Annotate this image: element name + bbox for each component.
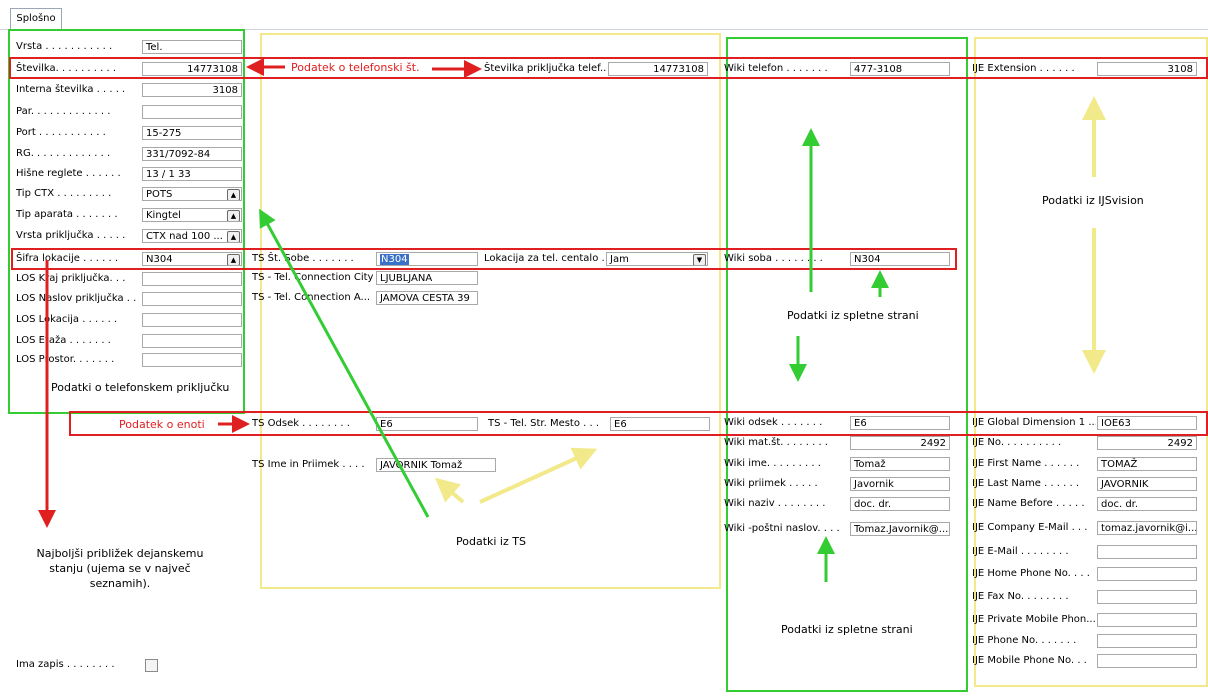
annotation-enoti: Podatek o enoti: [119, 418, 205, 431]
annotation-spletne-2: Podatki iz spletne strani: [781, 623, 913, 636]
arrow-yellow-1: [479, 447, 598, 504]
annotation-prikljucek: Podatki o telefonskem priključku: [51, 381, 230, 394]
annotation-arrows: [38, 58, 1106, 582]
annotation-spletne-1: Podatki iz spletne strani: [787, 309, 919, 322]
annotation-ijsvision: Podatki iz IJSvision: [1042, 194, 1144, 207]
annotation-ts: Podatki iz TS: [456, 535, 526, 548]
arrow-ts-green: [259, 208, 430, 518]
annotation-telefonska: Podatek o telefonski št.: [291, 61, 420, 74]
arrow-yellow-2: [434, 477, 465, 504]
annotation-najboljsi: Najboljši približek dejanskemu stanju (u…: [36, 547, 204, 590]
